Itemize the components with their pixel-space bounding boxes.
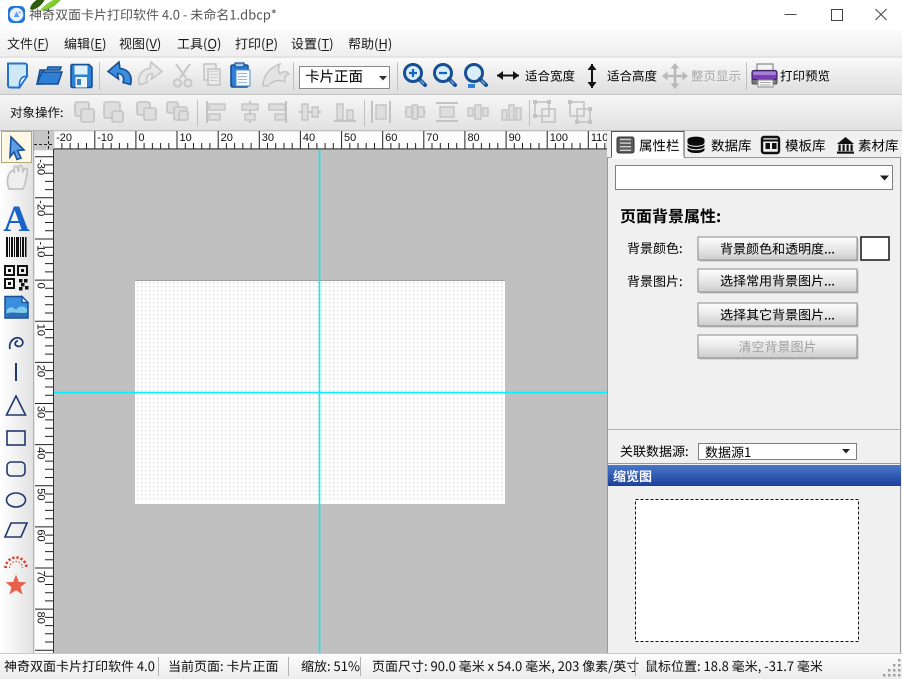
svg-text:40: 40 (303, 132, 315, 144)
svg-text:-20: -20 (35, 200, 47, 216)
svg-text:0: 0 (138, 132, 144, 144)
svg-text:90: 90 (509, 132, 521, 144)
svg-text:80: 80 (467, 132, 479, 144)
svg-text:10: 10 (35, 324, 47, 336)
svg-text:30: 30 (35, 406, 47, 418)
svg-text:0: 0 (35, 283, 47, 289)
svg-text:30: 30 (262, 132, 274, 144)
svg-text:-10: -10 (35, 242, 47, 258)
svg-text:100: 100 (550, 132, 568, 144)
svg-text:20: 20 (221, 132, 233, 144)
svg-text:A: A (3, 199, 30, 240)
svg-text:70: 70 (426, 132, 438, 144)
svg-text:50: 50 (344, 132, 356, 144)
svg-text:70: 70 (35, 571, 47, 583)
svg-text:60: 60 (385, 132, 397, 144)
svg-text:60: 60 (35, 529, 47, 541)
svg-text:-30: -30 (35, 159, 47, 175)
svg-text:110: 110 (591, 132, 609, 144)
svg-text:10: 10 (180, 132, 192, 144)
svg-text:-10: -10 (97, 132, 113, 144)
svg-text:50: 50 (35, 488, 47, 500)
svg-text:80: 80 (35, 612, 47, 624)
svg-text:40: 40 (35, 447, 47, 459)
svg-text:20: 20 (35, 365, 47, 377)
svg-text:-20: -20 (56, 132, 72, 144)
